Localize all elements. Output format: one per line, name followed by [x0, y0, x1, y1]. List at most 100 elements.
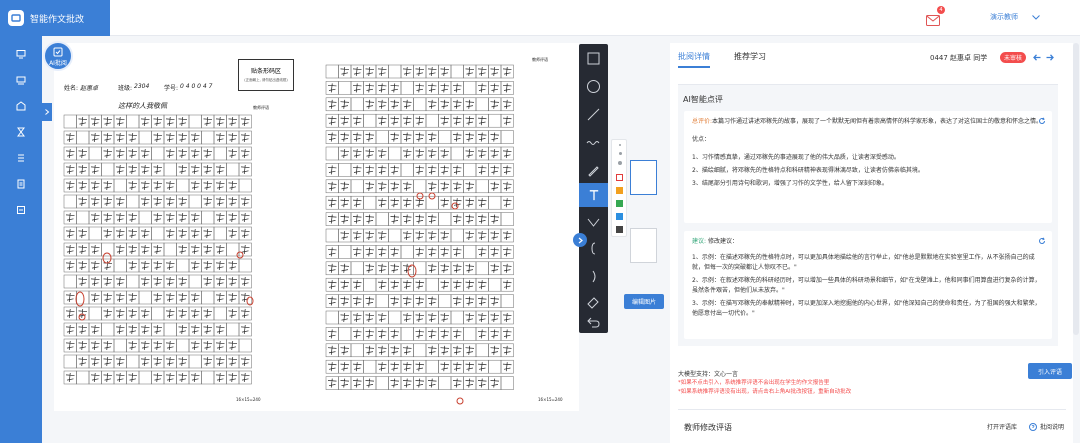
handwriting-stroke [427, 99, 437, 109]
handwriting-stroke [502, 99, 512, 109]
grid-cell [450, 146, 464, 161]
tab-recommended[interactable]: 推荐学习 [734, 51, 766, 68]
sidebar-item-computer[interactable] [0, 67, 42, 93]
size-small[interactable] [619, 144, 621, 146]
color-green[interactable] [616, 200, 623, 207]
grid-cell [400, 81, 414, 95]
grid-cell [325, 179, 339, 194]
grid-cell [163, 114, 177, 129]
review-panel: 批阅详情 推荐学习 0447 赵惠卓 同学 未审核 AI智能点评 总评价:本篇习… [670, 43, 1073, 443]
grid-cell [350, 64, 364, 79]
edit-image-button[interactable]: 编辑图片 [624, 294, 664, 309]
text-tool[interactable] [579, 183, 608, 207]
handwriting-stroke [65, 324, 75, 335]
color-blue[interactable] [616, 213, 623, 220]
handwriting-stroke [427, 329, 437, 339]
handwriting-stroke [465, 345, 475, 355]
brand[interactable]: 智能作文批改 [0, 0, 110, 36]
grid-cell [500, 327, 514, 341]
essay-paper-view[interactable]: 姓名: 赵惠卓 班级: 2304 学号: 0 4 0 0 4 7 贴条形码区 (… [54, 43, 579, 411]
sidebar-item-list[interactable] [0, 145, 42, 171]
open-comment-library[interactable]: 打开评语库 [987, 422, 1017, 431]
grid-cell [338, 294, 352, 308]
sidebar-collapse-button[interactable] [42, 103, 52, 121]
size-medium[interactable] [618, 152, 622, 155]
collapse-panel-button[interactable] [573, 233, 587, 247]
help-link[interactable]: 批阅说明 [1028, 422, 1064, 431]
color-black[interactable] [616, 226, 623, 233]
sidebar-item-monitor[interactable] [0, 41, 42, 67]
user-menu[interactable]: 演示教师 [990, 12, 1040, 22]
handwriting-stroke [128, 228, 138, 239]
grid-cell [400, 261, 414, 276]
grid-cell [151, 274, 165, 289]
handwriting-stroke [402, 99, 412, 109]
grid-cell [151, 114, 165, 129]
page-thumbnail-2[interactable] [630, 228, 657, 263]
grid-cell [226, 210, 240, 225]
handwriting-stroke [415, 329, 425, 339]
sidebar-item-report[interactable] [0, 197, 42, 223]
grid-cell [475, 359, 489, 374]
refresh-icon[interactable] [1038, 117, 1046, 125]
handwriting-stroke [452, 345, 462, 355]
crescent-tool[interactable] [579, 264, 608, 288]
rectangle-tool[interactable] [579, 46, 608, 70]
check-tool[interactable] [579, 210, 608, 234]
grid-cell [363, 97, 377, 112]
handwriting-stroke [452, 165, 462, 175]
grid-cell [188, 114, 202, 129]
tab-review-detail[interactable]: 批阅详情 [678, 51, 710, 68]
line-tool[interactable] [579, 102, 608, 126]
mail-icon[interactable]: 4 [926, 6, 945, 26]
wave-tool[interactable] [579, 130, 608, 154]
ai-grade-button[interactable]: AI批阅 [43, 41, 73, 71]
grid-cell [101, 322, 115, 337]
page-thumbnail-1[interactable] [630, 160, 657, 195]
grid-cell [413, 212, 427, 226]
handwriting-stroke [390, 329, 400, 339]
ai-grade-label: AI批阅 [49, 60, 67, 67]
color-orange[interactable] [616, 187, 623, 194]
scrollbar[interactable] [1073, 43, 1079, 335]
refresh-icon[interactable] [1038, 237, 1046, 245]
pen-tool[interactable] [579, 158, 608, 182]
color-red[interactable] [616, 174, 623, 181]
grid-cell [375, 195, 389, 210]
grid-cell [388, 130, 402, 144]
grid-cell [325, 113, 339, 128]
student-name: 0447 赵惠卓 同学 [930, 54, 988, 62]
grid-cell [325, 310, 339, 325]
handwriting-stroke [128, 340, 138, 351]
handwriting-stroke [390, 198, 400, 208]
grid-cell [226, 274, 240, 289]
circle-tool[interactable] [579, 74, 608, 98]
handwriting-stroke [365, 214, 375, 224]
undo-tool[interactable] [579, 310, 608, 334]
arrow-left-icon[interactable] [1033, 54, 1041, 61]
arrow-right-icon[interactable] [1046, 54, 1054, 61]
grid-cell [338, 163, 352, 177]
grid-cell [126, 306, 140, 321]
handwriting-stroke [140, 244, 150, 255]
grid-cell [138, 162, 152, 177]
cite-comment-button[interactable]: 引入评语 [1028, 363, 1072, 379]
handwriting-stroke [477, 280, 487, 290]
chevron-down-icon [1032, 14, 1040, 20]
sidebar-item-school[interactable] [0, 93, 42, 119]
correction-mark [236, 251, 244, 259]
grid-cell [151, 210, 165, 225]
grid-cell [338, 228, 352, 243]
grid-cell [438, 195, 452, 210]
sidebar-item-hourglass[interactable] [0, 119, 42, 145]
size-large[interactable] [618, 161, 622, 165]
handwriting-stroke [165, 372, 175, 383]
handwriting-stroke [327, 296, 337, 306]
sidebar-item-document[interactable] [0, 171, 42, 197]
grid-cell [88, 370, 102, 385]
writing-grid-left [63, 114, 254, 385]
handwriting-stroke [128, 292, 138, 303]
grid-cell [388, 228, 402, 243]
grid-cell [325, 97, 339, 112]
handwriting-stroke [502, 165, 512, 175]
